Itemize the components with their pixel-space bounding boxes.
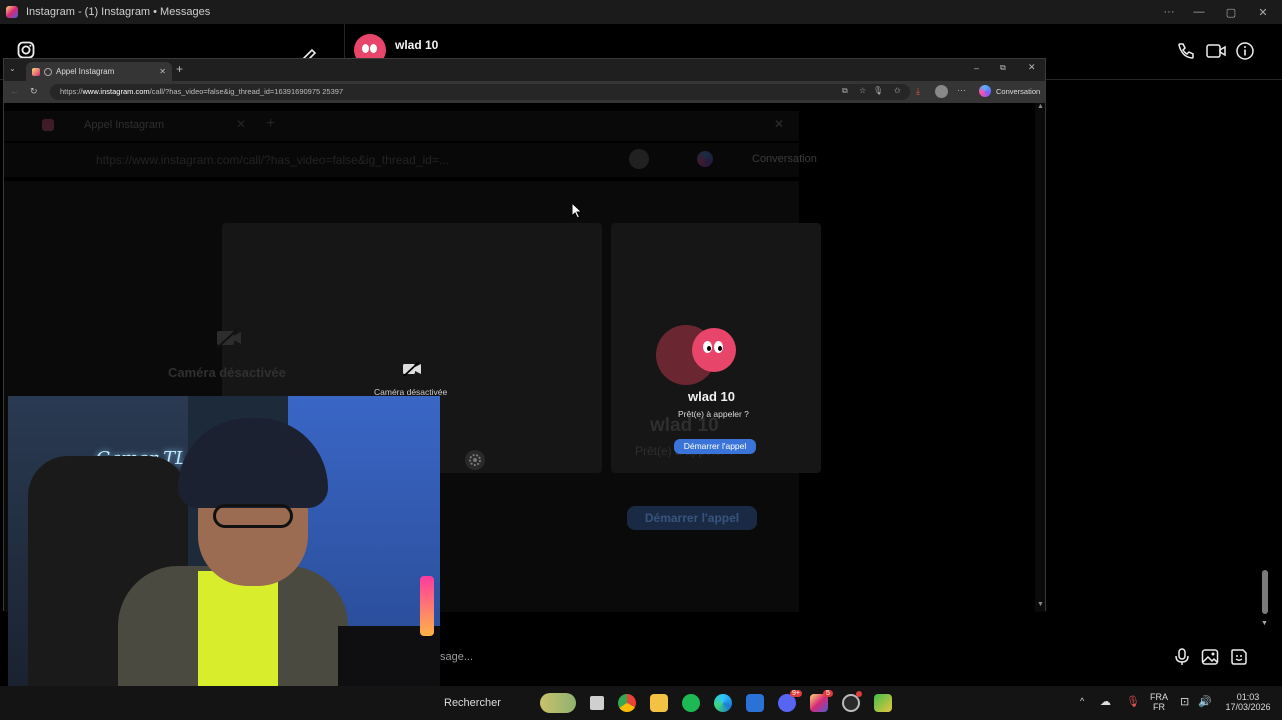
ghost-start-call-button: Démarrer l'appel — [627, 506, 757, 530]
close-tab-icon[interactable]: ✕ — [159, 67, 166, 76]
audio-call-icon[interactable] — [1176, 41, 1196, 61]
back-icon[interactable]: ← — [10, 86, 19, 96]
ghost-tab-strip: Appel Instagram ✕ + ✕ — [4, 111, 799, 141]
ghost-conversation-label: Conversation — [752, 153, 817, 165]
file-explorer-icon[interactable] — [650, 694, 668, 712]
instagram-favicon-icon — [32, 67, 40, 76]
ghost-settings-icon — [465, 450, 485, 470]
maximize-button[interactable]: ▢ — [1214, 0, 1248, 24]
instagram-badge: 5 — [823, 690, 833, 697]
microsoft-store-icon[interactable] — [746, 694, 764, 712]
microphone-icon[interactable]: 🎙 — [873, 86, 883, 95]
tab-list-icon[interactable]: ⌄ — [9, 64, 16, 73]
more-menu-icon[interactable]: ··· — [957, 85, 966, 95]
edge-icon[interactable] — [714, 694, 732, 712]
onedrive-icon[interactable]: ☁ — [1100, 695, 1111, 708]
search-highlight-icon[interactable] — [540, 693, 576, 713]
clock-date: 17/03/2026 — [1225, 702, 1271, 712]
more-icon[interactable]: ··· — [1152, 0, 1186, 24]
browser-scrollbar[interactable]: ▲ ▼ — [1035, 103, 1045, 612]
browser-close-button[interactable]: ✕ — [1028, 62, 1036, 73]
mic-tray-icon[interactable]: 🎙 — [1126, 695, 1140, 708]
url-path: /call/?has_video=false&ig_thread_id=1639… — [149, 87, 344, 96]
sticker-icon[interactable] — [1230, 648, 1248, 666]
recording-indicator — [856, 691, 862, 697]
ghost-copilot-icon — [697, 151, 713, 167]
info-icon[interactable] — [1235, 41, 1255, 61]
url-domain: www.instagram.com — [82, 87, 150, 96]
chrome-icon[interactable] — [618, 694, 636, 712]
ghost-close-tab-icon: ✕ — [236, 117, 247, 131]
new-tab-icon[interactable]: + — [176, 62, 183, 76]
image-upload-icon[interactable] — [1201, 648, 1219, 666]
open-in-app-icon[interactable]: ⧉ — [842, 86, 848, 96]
instagram-logo-icon[interactable] — [17, 41, 35, 59]
contact-name[interactable]: wlad 10 — [395, 38, 438, 52]
url-input[interactable]: https://www.instagram.com/call/?has_vide… — [50, 84, 910, 100]
ghost-tab-title: Appel Instagram — [84, 119, 165, 131]
start-call-button[interactable]: Démarrer l'appel — [674, 439, 756, 454]
app-titlebar: Instagram - (1) Instagram • Messages ···… — [0, 0, 1282, 24]
lang-top: FRA — [1150, 692, 1168, 702]
browser-tab-strip: ⌄ Appel Instagram ✕ + – ⧉ ✕ — [4, 59, 1045, 81]
ghost-close-icon: ✕ — [774, 117, 785, 131]
rgb-light — [420, 576, 434, 636]
mouse-cursor-icon — [571, 202, 583, 219]
chat-area — [1046, 80, 1282, 680]
tab-title: Appel Instagram — [56, 67, 115, 76]
profile-avatar[interactable] — [935, 85, 948, 98]
ready-prompt: Prêt(e) à appeler ? — [678, 409, 749, 419]
spotify-icon[interactable] — [682, 694, 700, 712]
contact-call-avatar — [692, 328, 736, 372]
ghost-address-bar: https://www.instagram.com/call/?has_vide… — [4, 143, 817, 177]
ghost-camera-off-icon — [214, 325, 244, 351]
download-icon[interactable]: ⤓ — [916, 86, 920, 97]
ghost-profile-avatar — [629, 149, 649, 169]
conversation-button[interactable]: Conversation — [996, 87, 1040, 96]
instagram-app-icon — [6, 6, 18, 18]
network-icon[interactable]: ⊡ — [1180, 695, 1189, 708]
camera-off-icon — [402, 361, 422, 377]
favorites-icon[interactable]: ✩ — [894, 86, 901, 95]
message-composer[interactable]: sage... — [440, 640, 1260, 676]
bluestacks-icon[interactable] — [874, 694, 892, 712]
task-view-icon[interactable] — [590, 696, 604, 710]
minimize-button[interactable]: — — [1182, 0, 1216, 24]
video-call-icon[interactable] — [1205, 41, 1227, 61]
ghost-url: https://www.instagram.com/call/?has_vide… — [96, 153, 449, 167]
clock[interactable]: 01:03 17/03/2026 — [1222, 692, 1274, 712]
taskbar: Rechercher 9+ 5 ^ ☁ 🎙 FRA FR ⊡ 🔊 01:03 1… — [0, 686, 1282, 720]
webcam-overlay: Gamer TL — [8, 396, 440, 688]
glasses — [213, 504, 293, 528]
reload-icon[interactable]: ↻ — [30, 86, 38, 97]
language-indicator[interactable]: FRA FR — [1150, 692, 1168, 712]
voice-message-icon[interactable] — [1174, 648, 1190, 666]
show-hidden-icons[interactable]: ^ — [1080, 696, 1084, 706]
url-prefix: https:// — [60, 87, 83, 96]
ghost-camera-off-label: Caméra désactivée — [168, 365, 286, 380]
copilot-icon[interactable] — [979, 85, 991, 97]
lang-bottom: FR — [1153, 702, 1165, 712]
scrollbar[interactable]: ▼ — [1260, 80, 1270, 630]
browser-minimize-button[interactable]: – — [974, 63, 979, 73]
audio-indicator-icon — [44, 67, 52, 76]
ghost-favicon-icon — [42, 119, 54, 131]
volume-icon[interactable]: 🔊 — [1198, 695, 1212, 708]
app-window-title: Instagram - (1) Instagram • Messages — [26, 6, 211, 18]
message-input[interactable]: sage... — [440, 651, 473, 663]
yellow-shirt — [198, 571, 278, 688]
favorite-star-icon[interactable]: ☆ — [859, 86, 866, 95]
clock-time: 01:03 — [1236, 692, 1260, 702]
tab-appel-instagram[interactable]: Appel Instagram ✕ — [26, 62, 172, 81]
close-button[interactable]: ✕ — [1246, 0, 1280, 24]
ghost-new-tab-icon: + — [266, 115, 276, 132]
address-bar-row: ← ↻ https://www.instagram.com/call/?has_… — [4, 81, 1045, 103]
discord-badge: 9+ — [790, 690, 802, 697]
browser-maximize-button[interactable]: ⧉ — [1000, 63, 1006, 73]
scroll-down-icon[interactable]: ▼ — [1261, 620, 1268, 627]
call-contact-name: wlad 10 — [688, 389, 735, 404]
